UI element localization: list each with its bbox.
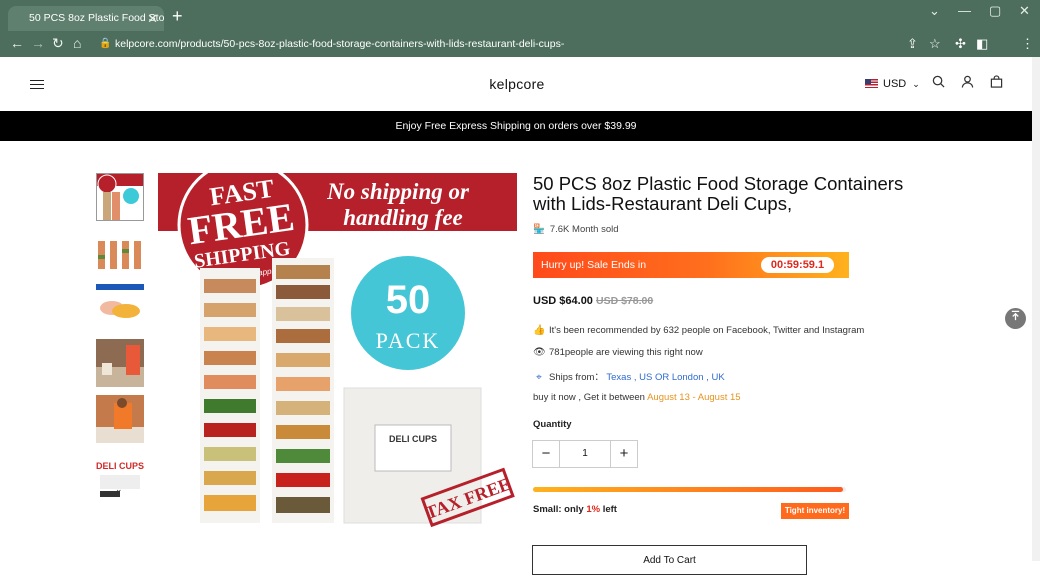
pack-number: 50 [386,278,431,322]
share-icon[interactable]: ⇪ [907,34,918,54]
tab-title: 50 PCS 8oz Plastic Food Storage [29,12,164,24]
side-panel-icon[interactable]: ◧ [976,34,988,54]
quantity-input[interactable]: 1 [560,441,610,467]
thumbnail-image[interactable] [96,173,144,221]
site-logo[interactable]: kelpcore [470,76,564,92]
bookmark-star-icon[interactable]: ☆ [929,34,941,54]
viewing-text: 781people are viewing this right now [549,347,703,358]
thumbnail-scroll-down-icon[interactable]: ⌄ [115,484,123,495]
currency-selector[interactable]: USD ⌄ [865,77,920,91]
add-to-cart-button[interactable]: Add To Cart [532,545,807,575]
thumbnail-image[interactable] [96,239,144,273]
delivery-dates: August 13 - August 15 [647,392,741,403]
browser-chrome: 50 PCS 8oz Plastic Food Storage ✕ + ⌄ — … [0,0,1040,81]
thumbnail-image[interactable] [96,339,144,387]
stock-status: Small: only 1% left [533,504,617,515]
recommended-text: It's been recommended by 632 people on F… [549,325,865,336]
lock-icon: 🔒 [99,38,112,49]
banner-line-1: No shipping or [326,179,470,204]
navigation-bar: ← → ↻ ⌂ 🔒 kelpcore.com/products/50-pcs-8… [0,31,1040,81]
location-pin-icon: ⌖ [536,372,542,383]
delivery-info: buy it now , Get it between August 13 - … [533,392,741,403]
thumbnail-image[interactable] [96,395,144,443]
sale-countdown-bar: Hurry up! Sale Ends in 00:59:59.1 [533,252,849,278]
stock-prefix: Small: only [533,504,584,515]
viewing-info: 👁 781people are viewing this right now [533,347,703,358]
browser-menu-icon[interactable]: ⋮ [1021,34,1034,54]
maximize-icon[interactable]: ▢ [989,3,1001,19]
cart-icon[interactable] [990,75,1003,92]
tab-close-icon[interactable]: ✕ [147,6,158,31]
current-price: USD $64.00 [533,295,593,307]
menu-icon[interactable] [30,80,44,89]
thumbs-up-icon: 👍 [533,325,546,336]
quantity-decrease-button[interactable]: − [533,441,560,467]
chevron-down-icon: ⌄ [912,79,920,89]
month-sold-text: 7.6K Month sold [549,224,619,235]
reload-icon[interactable]: ↻ [52,33,64,53]
ships-from-places[interactable]: Texas , US OR London , UK [606,372,724,383]
month-sold: 🏪 7.6K Month sold [533,224,619,235]
stock-progress-bar [533,487,846,492]
pack-word: PACK [376,328,441,353]
recommended-info: 👍 It's been recommended by 632 people on … [533,325,864,336]
us-flag-icon [865,79,878,88]
page-scrollbar[interactable] [1032,57,1040,561]
url-text: kelpcore.com/products/50-pcs-8oz-plastic… [115,38,565,50]
banner-line-2: handling fee [343,205,462,230]
stock-progress-fill [533,487,843,492]
minimize-icon[interactable]: — [958,3,971,19]
thumbnail-image[interactable] [96,284,144,324]
address-bar[interactable]: 🔒 kelpcore.com/products/50-pcs-8oz-plast… [93,34,948,54]
tab-bar: 50 PCS 8oz Plastic Food Storage ✕ + ⌄ — … [0,0,1040,31]
promo-bar: Enjoy Free Express Shipping on orders ov… [0,111,1032,141]
home-icon[interactable]: ⌂ [73,33,81,53]
svg-text:DELI CUPS: DELI CUPS [96,461,144,471]
ships-from-info: ⌖ Ships from： Texas , US OR London , UK [533,369,724,383]
countdown-timer: 00:59:59.1 [761,257,834,273]
sale-text: Hurry up! Sale Ends in [541,259,647,271]
product-title: 50 PCS 8oz Plastic Food Storage Containe… [533,173,904,214]
deli-cups-label: DELI CUPS [389,434,437,444]
search-icon[interactable] [932,75,945,92]
stock-suffix: left [602,504,617,515]
product-main-image[interactable]: No shipping or handling fee FAST FREE SH… [158,173,517,530]
forward-icon[interactable]: → [31,33,45,53]
quantity-label: Quantity [533,419,572,430]
quantity-increase-button[interactable]: + [610,441,637,467]
tab-search-icon[interactable]: ⌄ [929,3,940,19]
delivery-prefix: buy it now , Get it between [533,392,645,403]
stock-count: 1% [586,504,601,515]
back-to-top-icon[interactable] [1005,308,1026,329]
tight-inventory-badge: Tight inventory! [781,503,849,519]
new-tab-icon[interactable]: + [172,5,183,27]
extensions-icon[interactable]: ✣ [955,34,966,54]
store-icon: 🏪 [533,224,545,235]
eye-icon: 👁 [533,347,546,358]
original-price: USD $78.00 [596,295,654,307]
close-window-icon[interactable]: ✕ [1019,3,1030,19]
back-icon[interactable]: ← [10,33,24,53]
site-header: kelpcore USD ⌄ [0,57,1032,111]
ships-from-label: Ships from： [549,372,604,383]
account-icon[interactable] [961,75,974,92]
quantity-stepper: − 1 + [532,440,638,468]
currency-label: USD [883,78,907,90]
browser-tab[interactable]: 50 PCS 8oz Plastic Food Storage ✕ [8,6,164,31]
